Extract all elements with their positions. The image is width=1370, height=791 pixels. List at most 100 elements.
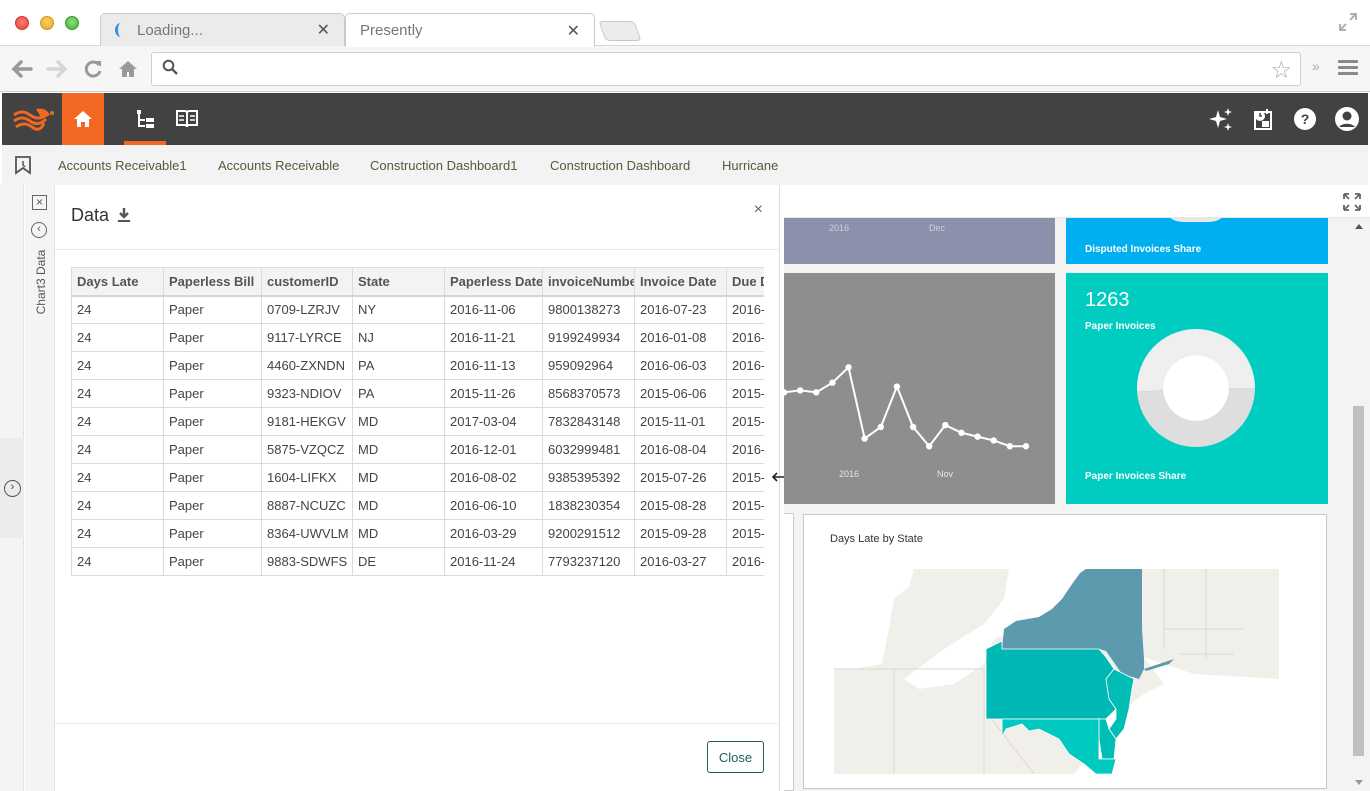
fullscreen-icon[interactable]	[1338, 12, 1358, 32]
table-row[interactable]: 24 Paper 9181-HEKGV MD 2017-03-04 7832843148 2…	[71, 407, 764, 436]
bookmark-accounts-receivable1[interactable]: Accounts Receivable1	[58, 158, 187, 173]
bookmark-icon[interactable]	[14, 155, 32, 175]
column-header[interactable]: Paperless Bill	[163, 267, 262, 297]
table-row[interactable]: 24 Paper 5875-VZQCZ MD 2016-12-01 6032999481 2…	[71, 435, 764, 464]
table-cell: 2016-12-01	[444, 435, 543, 464]
tab-close-icon[interactable]: ✕	[567, 21, 580, 41]
home-icon[interactable]	[115, 56, 141, 82]
download-icon[interactable]	[117, 207, 131, 223]
line-point[interactable]	[942, 421, 949, 429]
column-header[interactable]: State	[352, 267, 445, 297]
tab-close-icon[interactable]: ✕	[317, 20, 330, 40]
column-header[interactable]: invoiceNumber	[542, 267, 635, 297]
table-row[interactable]: 24 Paper 1604-LIFKX MD 2016-08-02 9385395392 2…	[71, 463, 764, 492]
window-close-button[interactable]	[15, 16, 29, 30]
table-row[interactable]: 24 Paper 9117-LYRCE NJ 2016-11-21 9199249934 2…	[71, 323, 764, 352]
table-cell: MD	[352, 435, 445, 464]
table-row[interactable]: 24 Paper 8887-NCUZC MD 2016-06-10 1838230354 2…	[71, 491, 764, 520]
hamburger-menu-icon[interactable]	[1338, 60, 1358, 78]
dashboard-scrollbar[interactable]	[1350, 218, 1370, 791]
table-cell: 2015-	[726, 463, 764, 492]
line-point[interactable]	[784, 389, 788, 396]
line-point[interactable]	[974, 433, 981, 440]
table-cell: 2016-11-06	[444, 295, 543, 324]
table-cell: 6032999481	[542, 435, 635, 464]
table-cell: 2015-11-01	[634, 407, 727, 436]
expand-icon[interactable]	[1342, 192, 1362, 212]
column-header[interactable]: Due Date	[726, 267, 764, 297]
table-cell: Paper	[163, 491, 262, 520]
browser-tab-presently[interactable]: Presently ✕	[345, 13, 595, 47]
close-icon[interactable]: ×	[754, 201, 763, 219]
data-table-container[interactable]: Days Late Paperless Bill customerID State Pa…	[71, 267, 764, 577]
bookmark-construction-dashboard1[interactable]: Construction Dashboard1	[370, 158, 517, 173]
close-button[interactable]: Close	[707, 741, 764, 773]
line-point[interactable]	[909, 423, 917, 431]
table-cell: 24	[71, 351, 164, 380]
days-late-map-tile[interactable]: Days Late by State	[803, 514, 1327, 789]
side-strip-label: Chart3 Data	[34, 249, 48, 315]
column-header[interactable]: customerID	[261, 267, 353, 297]
line-point[interactable]	[861, 435, 868, 442]
schedule-report-icon[interactable]	[1250, 106, 1276, 132]
column-header[interactable]: Paperless Date	[444, 267, 543, 297]
bookmark-hurricane[interactable]: Hurricane	[722, 158, 778, 173]
line-point[interactable]	[796, 387, 804, 394]
table-row[interactable]: 24 Paper 0709-LZRJV NY 2016-11-06 9800138273 2…	[71, 295, 764, 324]
chevron-double-right-icon[interactable]: »	[1312, 58, 1320, 74]
expand-panel-icon[interactable]: ›	[4, 480, 21, 497]
line-point[interactable]	[829, 379, 836, 386]
brand-logo[interactable]	[12, 105, 56, 133]
bookmark-construction-dashboard[interactable]: Construction Dashboard	[550, 158, 690, 173]
new-tab-button[interactable]	[598, 21, 642, 41]
line-point[interactable]	[1006, 443, 1014, 450]
table-cell: NJ	[352, 323, 445, 352]
line-point[interactable]	[813, 389, 820, 396]
table-cell: Paper	[163, 547, 262, 576]
table-row[interactable]: 24 Paper 9883-SDWFS DE 2016-11-24 7793237120 2…	[71, 547, 764, 576]
column-header[interactable]: Invoice Date	[634, 267, 727, 297]
help-icon[interactable]: ?	[1292, 106, 1318, 132]
scrollbar-thumb[interactable]	[1353, 406, 1364, 756]
axis-label: 2016	[839, 469, 859, 479]
window-minimize-button[interactable]	[40, 16, 54, 30]
table-cell: 2015-09-28	[634, 519, 727, 548]
close-square-icon[interactable]: ×	[32, 195, 47, 210]
table-cell: 9385395392	[542, 463, 635, 492]
scroll-down-arrow-icon[interactable]	[1355, 780, 1363, 785]
table-row[interactable]: 24 Paper 4460-ZXNDN PA 2016-11-13 959092964 20…	[71, 351, 764, 380]
hierarchy-icon[interactable]	[133, 106, 159, 132]
browser-tab-loading[interactable]: Loading... ✕	[100, 13, 345, 46]
window-zoom-button[interactable]	[65, 16, 79, 30]
line-point[interactable]	[990, 437, 997, 444]
back-arrow-icon[interactable]	[9, 56, 35, 82]
table-cell: 2015-11-26	[444, 379, 543, 408]
map-title: Days Late by State	[830, 533, 923, 545]
choropleth-map	[834, 569, 1279, 774]
table-row[interactable]: 24 Paper 8364-UWVLM MD 2016-03-29 9200291512 2…	[71, 519, 764, 548]
forward-arrow-icon[interactable]	[44, 56, 70, 82]
table-cell: 9181-HEKGV	[261, 407, 353, 436]
address-bar[interactable]: ☆	[151, 52, 1301, 86]
user-account-icon[interactable]	[1334, 106, 1360, 132]
line-point[interactable]	[958, 429, 965, 436]
bookmark-accounts-receivable[interactable]: Accounts Receivable	[218, 158, 339, 173]
scroll-up-arrow-icon[interactable]	[1355, 224, 1363, 229]
column-header[interactable]: Days Late	[71, 267, 164, 297]
line-point[interactable]	[893, 383, 901, 390]
table-row[interactable]: 24 Paper 9323-NDIOV PA 2015-11-26 8568370573 2…	[71, 379, 764, 408]
reload-icon[interactable]	[80, 56, 106, 82]
book-icon[interactable]	[174, 106, 200, 132]
sparkle-icon[interactable]	[1208, 106, 1234, 132]
line-point[interactable]	[845, 364, 852, 371]
line-point[interactable]	[1022, 443, 1030, 450]
home-nav-button[interactable]	[62, 93, 104, 145]
paper-invoices-tile[interactable]: 1263 Paper Invoices Paper Invoices Share	[1066, 273, 1328, 504]
line-point[interactable]	[926, 443, 933, 450]
table-cell: 24	[71, 323, 164, 352]
star-icon[interactable]: ☆	[1270, 56, 1292, 85]
table-cell: 24	[71, 379, 164, 408]
line-chart-tile[interactable]: 2016 Nov	[784, 273, 1055, 504]
collapse-panel-icon[interactable]: ‹	[31, 222, 47, 238]
line-point[interactable]	[877, 423, 884, 431]
